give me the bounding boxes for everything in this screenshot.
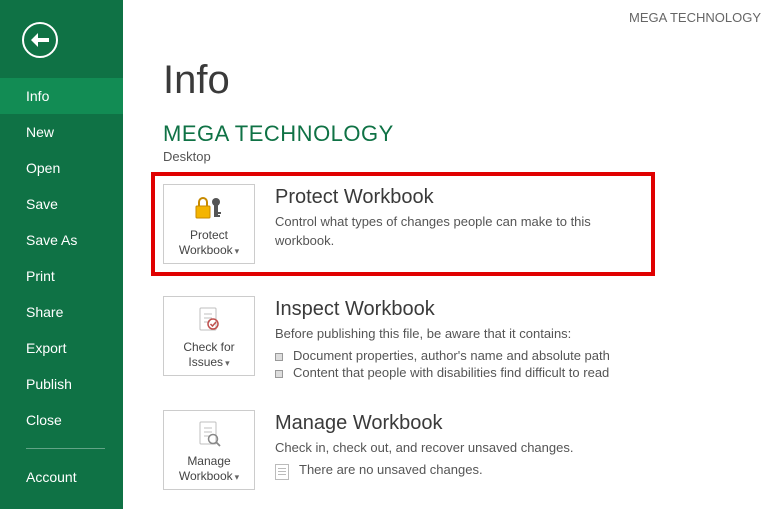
protect-heading: Protect Workbook [275,186,643,209]
check-issues-tile-label: Check for Issues [183,340,234,370]
inspect-bullets: Document properties, author's name and a… [275,348,757,380]
page-title: Info [163,58,757,103]
protect-tile-label: Protect Workbook [179,228,239,258]
manage-status-row: There are no unsaved changes. [275,462,757,480]
sidebar-divider [26,448,105,449]
main-content: Info MEGA TECHNOLOGY Desktop Protect [163,58,757,509]
manage-workbook-tile[interactable]: Manage Workbook [163,410,255,490]
sidebar-item-close[interactable]: Close [0,402,123,438]
sidebar-item-export[interactable]: Export [0,330,123,366]
manage-status-text: There are no unsaved changes. [299,462,483,477]
inspect-section: Check for Issues Inspect Workbook Before… [163,296,757,382]
inspect-bullet: Content that people with disabilities fi… [275,365,757,380]
manage-heading: Manage Workbook [275,412,757,435]
inspect-heading: Inspect Workbook [275,298,757,321]
arrow-left-icon [31,33,49,47]
manage-icon [196,418,222,450]
protect-section: Protect Workbook Protect Workbook Contro… [163,184,643,264]
backstage-sidebar: Info New Open Save Save As Print Share E… [0,0,123,509]
inspect-bullet-text: Content that people with disabilities fi… [293,365,609,380]
document-location: Desktop [163,149,757,164]
inspect-icon [196,304,222,336]
inspect-bullet: Document properties, author's name and a… [275,348,757,363]
check-issues-tile[interactable]: Check for Issues [163,296,255,376]
sidebar-list: Info New Open Save Save As Print Share E… [0,78,123,495]
highlight-protect-section: Protect Workbook Protect Workbook Contro… [151,172,655,276]
bullet-icon [275,353,283,361]
protect-workbook-tile[interactable]: Protect Workbook [163,184,255,264]
manage-status-list: There are no unsaved changes. [275,462,757,480]
sidebar-item-print[interactable]: Print [0,258,123,294]
manage-section: Manage Workbook Manage Workbook Check in… [163,410,757,490]
back-button[interactable] [22,22,58,58]
sidebar-item-save-as[interactable]: Save As [0,222,123,258]
sidebar-item-share[interactable]: Share [0,294,123,330]
sidebar-item-account[interactable]: Account [0,459,123,495]
window-title: MEGA TECHNOLOGY [629,10,761,25]
manage-tile-label: Manage Workbook [179,454,239,484]
lock-key-icon [194,192,224,224]
sidebar-item-open[interactable]: Open [0,150,123,186]
sidebar-item-new[interactable]: New [0,114,123,150]
manage-desc: Check in, check out, and recover unsaved… [275,439,757,458]
sidebar-item-save[interactable]: Save [0,186,123,222]
sidebar-item-publish[interactable]: Publish [0,366,123,402]
inspect-desc: Before publishing this file, be aware th… [275,325,757,344]
inspect-bullet-text: Document properties, author's name and a… [293,348,610,363]
bullet-icon [275,370,283,378]
sidebar-item-info[interactable]: Info [0,78,123,114]
document-icon [275,464,289,480]
document-title: MEGA TECHNOLOGY [163,121,757,147]
protect-desc: Control what types of changes people can… [275,213,643,251]
